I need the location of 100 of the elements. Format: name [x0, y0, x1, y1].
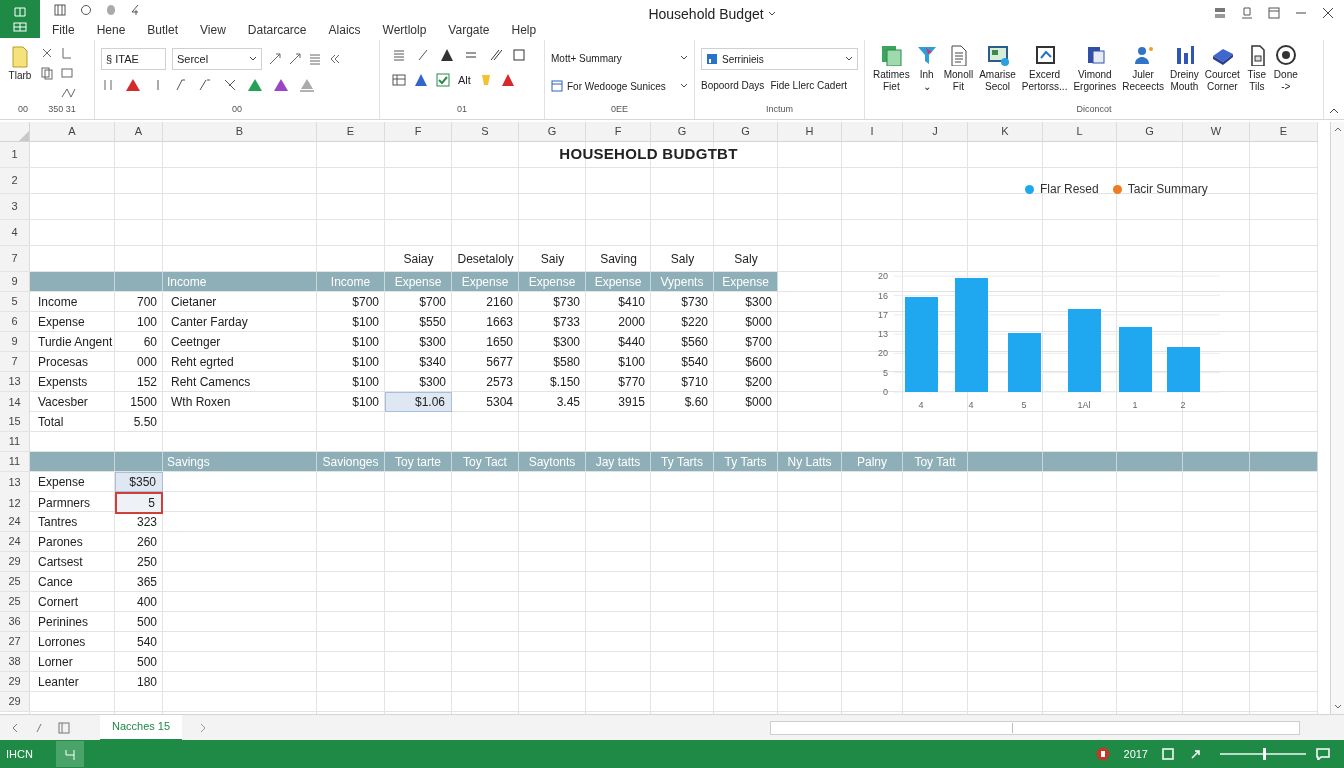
row-header[interactable]: 9: [0, 332, 30, 351]
menu-tab[interactable]: Butlet: [147, 21, 179, 39]
table-icon[interactable]: [392, 73, 406, 88]
drop-icon[interactable]: [106, 4, 116, 16]
row-header[interactable]: 11: [0, 432, 30, 451]
lines-icon[interactable]: [308, 52, 322, 66]
row-header[interactable]: 25: [0, 592, 30, 611]
row-header[interactable]: 27: [0, 632, 30, 651]
menu-tab[interactable]: Fitle: [52, 21, 75, 39]
row-header[interactable]: 36: [0, 612, 30, 631]
command-button[interactable]: Tise Tils: [1243, 44, 1270, 101]
row-header[interactable]: 29: [0, 672, 30, 691]
bars-icon[interactable]: [101, 78, 115, 92]
column-header[interactable]: W: [1183, 122, 1250, 141]
series-dropdown[interactable]: Serrinieis: [701, 48, 858, 70]
command-button[interactable]: Juler Receects: [1120, 44, 1166, 101]
slash-icon[interactable]: [197, 78, 213, 92]
layout-icon[interactable]: [1214, 7, 1226, 19]
comment-icon[interactable]: [1316, 748, 1330, 760]
menu-tab[interactable]: View: [200, 21, 226, 39]
row-header[interactable]: 6: [0, 312, 30, 331]
menu-tab[interactable]: Alaics: [328, 21, 361, 39]
column-header[interactable]: A: [30, 122, 115, 141]
menu-tab[interactable]: Vargate: [448, 21, 490, 39]
command-button[interactable]: Monoll Fit: [941, 44, 976, 101]
column-header[interactable]: G: [714, 122, 778, 141]
horizontal-scrollbar[interactable]: [770, 720, 1300, 735]
style-dropdown[interactable]: Mott+ Summary: [551, 48, 688, 68]
column-header[interactable]: E: [1250, 122, 1318, 141]
row-header[interactable]: 29: [0, 552, 30, 571]
column-header[interactable]: S: [452, 122, 519, 141]
slash-icon[interactable]: [173, 78, 187, 92]
paste-button[interactable]: Tlarb: [6, 44, 34, 101]
row-header[interactable]: 24: [0, 512, 30, 531]
command-button[interactable]: Dreiny Mouth: [1167, 44, 1201, 101]
cross-icon[interactable]: [223, 78, 237, 92]
row-header[interactable]: 2: [0, 168, 30, 193]
arrow-icon[interactable]: [288, 52, 302, 66]
sheet-tab[interactable]: Nacches 15: [100, 714, 183, 741]
menu-tab[interactable]: Hene: [96, 21, 126, 39]
row-header[interactable]: 24: [0, 532, 30, 551]
column-header[interactable]: K: [968, 122, 1043, 141]
row-header[interactable]: 4: [0, 220, 30, 245]
command-button[interactable]: Excerd Pertorss...: [1019, 44, 1070, 101]
column-header[interactable]: I: [842, 122, 903, 141]
row-header[interactable]: 9: [0, 272, 30, 291]
ribbon-link[interactable]: Fide Llerc Cadert: [770, 78, 848, 93]
command-button[interactable]: Courcet Corner: [1202, 44, 1242, 101]
column-header[interactable]: E: [317, 122, 385, 141]
column-header[interactable]: A: [115, 122, 163, 141]
record-icon[interactable]: [1095, 747, 1110, 761]
row-header[interactable]: 12: [0, 492, 30, 514]
row-header[interactable]: 29: [0, 692, 30, 711]
collapse-icon[interactable]: [1329, 107, 1339, 115]
menu-tab[interactable]: Datarcarce: [247, 21, 307, 39]
triangle-icon[interactable]: [414, 73, 428, 88]
command-button[interactable]: Ratimes Fiet: [871, 44, 912, 101]
font-field[interactable]: Sercel: [172, 48, 262, 70]
chevrons-icon[interactable]: [328, 52, 342, 66]
row-header[interactable]: 11: [0, 452, 30, 471]
row-header[interactable]: 14: [0, 392, 30, 412]
column-header[interactable]: F: [385, 122, 452, 141]
column-header[interactable]: G: [519, 122, 586, 141]
command-button[interactable]: Amarise Secol: [977, 44, 1018, 101]
column-header[interactable]: B: [163, 122, 317, 141]
row-header[interactable]: 13: [0, 472, 30, 492]
column-header[interactable]: J: [903, 122, 968, 141]
slash-icon[interactable]: [488, 48, 502, 62]
sheet-icon[interactable]: [58, 721, 70, 734]
column-header[interactable]: H: [778, 122, 842, 141]
slider-thumb[interactable]: [1263, 748, 1266, 760]
row-header[interactable]: 7: [0, 246, 30, 271]
circle-icon[interactable]: [80, 4, 92, 16]
row-header[interactable]: 38: [0, 652, 30, 671]
command-button[interactable]: Inh ⌄: [913, 44, 940, 101]
row-header[interactable]: 1: [0, 142, 30, 167]
row-header[interactable]: 25: [0, 572, 30, 591]
frame-icon[interactable]: [60, 66, 74, 80]
row-header[interactable]: 5: [0, 292, 30, 311]
command-button[interactable]: Vimond Ergorines: [1071, 44, 1119, 101]
menu-tab[interactable]: Wertlolp: [382, 21, 427, 39]
row-header[interactable]: 15: [0, 412, 30, 431]
lines-icon[interactable]: [392, 48, 406, 62]
window-title[interactable]: Household Budget: [648, 3, 776, 25]
row-header[interactable]: 3: [0, 194, 30, 219]
row-header[interactable]: 7: [0, 352, 30, 371]
ribbon-link[interactable]: Bopoord Days: [701, 78, 765, 93]
save-icon[interactable]: [54, 4, 66, 16]
square-icon[interactable]: [512, 48, 526, 62]
style-field[interactable]: § ITAE: [101, 48, 166, 70]
corner-icon[interactable]: [60, 46, 74, 60]
row-header[interactable]: 13: [0, 372, 30, 391]
vertical-scrollbar[interactable]: [1330, 122, 1344, 714]
triangle-icon[interactable]: [440, 48, 454, 62]
column-header[interactable]: L: [1043, 122, 1117, 141]
arrow-icon[interactable]: [1190, 748, 1202, 760]
checkbox-icon[interactable]: [436, 73, 450, 88]
close-icon[interactable]: [1322, 7, 1334, 19]
command-button[interactable]: Done ->: [1271, 44, 1300, 101]
copy-icon[interactable]: [40, 66, 54, 80]
